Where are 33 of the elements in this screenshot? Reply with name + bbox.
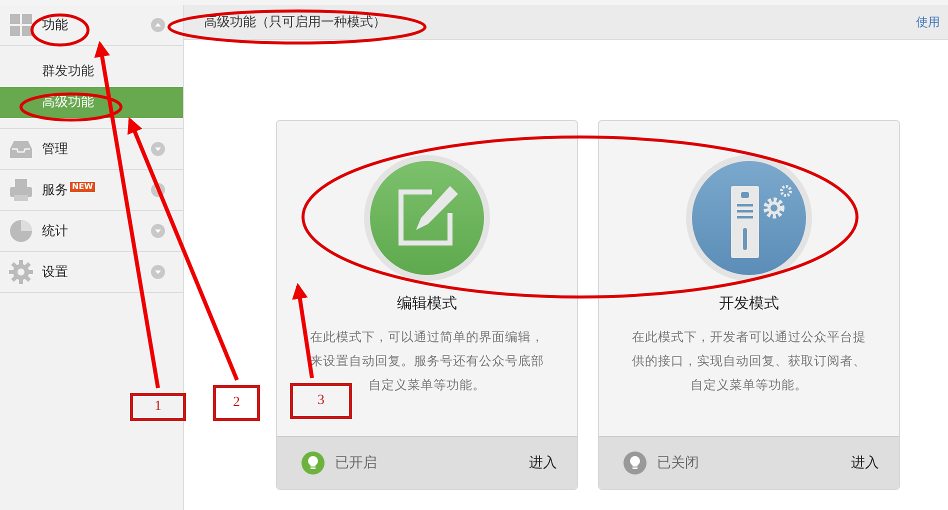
sidebar-item[interactable]: 设置 [0, 252, 183, 293]
annotation-number: 1 [130, 393, 186, 421]
sidebar-item[interactable]: 功能 [0, 5, 183, 46]
nav-label: 服务 [42, 182, 68, 199]
edit-icon [362, 153, 492, 283]
enter-link[interactable]: 进入 [529, 454, 557, 472]
help-link[interactable]: 使用 [916, 14, 948, 30]
nav-label: 管理 [42, 141, 68, 158]
pie-icon [9, 219, 33, 243]
annotation-number: 2 [213, 385, 260, 421]
mode-description: 在此模式下，开发者可以通过公众平台提供的接口，实现自动回复、获取订阅者、自定义菜单等功能。 [631, 328, 867, 394]
expand-icon[interactable] [151, 265, 165, 279]
grid-icon [9, 13, 33, 37]
expand-icon[interactable] [151, 183, 165, 197]
collapse-icon[interactable] [151, 18, 165, 32]
sidebar-item[interactable]: 服务 NEW [0, 170, 183, 211]
expand-icon[interactable] [151, 142, 165, 156]
nav-label: 统计 [42, 223, 68, 240]
sidebar-subitem[interactable]: 群发功能 [0, 56, 183, 87]
status-label: 已关闭 [657, 454, 699, 472]
nav-label: 功能 [42, 17, 68, 34]
enter-link[interactable]: 进入 [851, 454, 879, 472]
sidebar-item[interactable]: 管理 [0, 129, 183, 170]
sidebar-item[interactable]: 统计 [0, 211, 183, 252]
mode-title: 开发模式 [719, 294, 779, 313]
mode-title: 编辑模式 [397, 294, 457, 313]
expand-icon[interactable] [151, 224, 165, 238]
nav-label: 设置 [42, 264, 68, 281]
annotation-number: 3 [290, 383, 352, 419]
new-badge: NEW [70, 182, 95, 192]
status-label: 已开启 [335, 454, 377, 472]
printer-icon [9, 178, 33, 202]
server-gear-icon [684, 153, 814, 283]
